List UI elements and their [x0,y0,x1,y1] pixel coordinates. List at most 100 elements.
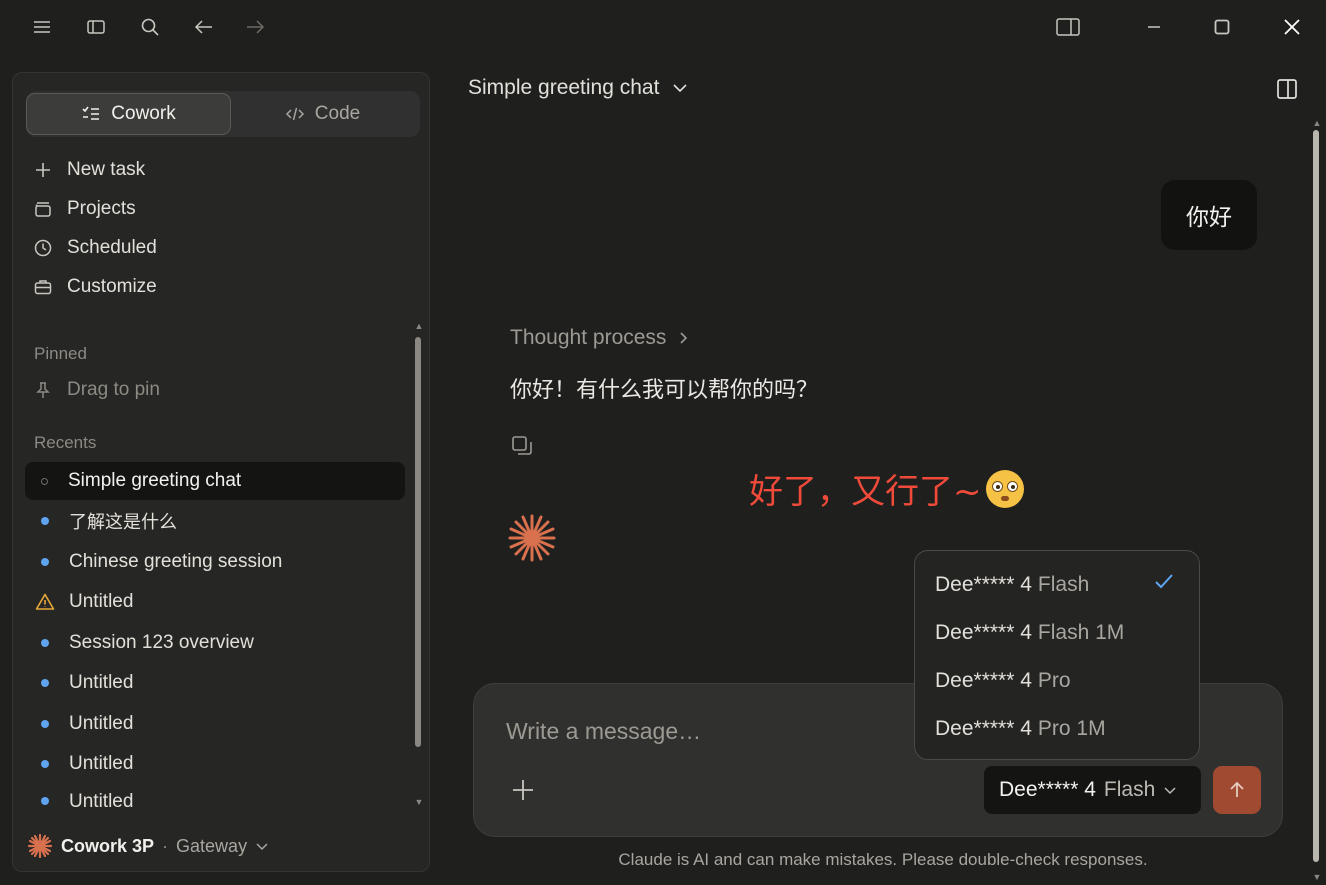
message-input[interactable] [504,710,928,752]
warning-icon [35,593,55,610]
checklist-icon [82,106,100,120]
model-selector[interactable]: Dee***** 4 Flash [984,766,1201,814]
recent-item[interactable]: Untitled [25,785,405,809]
nav-projects-label: Projects [67,198,136,219]
main-panel: Simple greeting chat 你好 Thought process … [440,54,1326,885]
side-panel-toggle-icon[interactable] [1276,78,1298,100]
status-dot-icon [41,639,49,647]
forward-arrow-icon[interactable] [242,14,268,40]
maximize-icon[interactable] [1209,14,1235,40]
nav-projects[interactable]: Projects [33,194,136,224]
claude-logo-icon [27,833,53,859]
nav-customize[interactable]: Customize [33,272,157,302]
folder-icon [35,202,51,217]
nav-scheduled[interactable]: Scheduled [33,233,157,263]
copy-icon[interactable] [510,434,534,458]
model-option-name: Dee***** 4 [935,573,1032,596]
tab-cowork[interactable]: Cowork [26,93,231,135]
panel-layout-icon[interactable] [1055,14,1081,40]
flushed-face-emoji-icon [985,469,1024,508]
annotation-text: 好了，又行了~ [749,472,982,512]
tab-code[interactable]: Code [220,93,425,135]
plus-icon [36,163,50,177]
conversation-title: Simple greeting chat [468,76,660,99]
recent-item[interactable]: Untitled [25,583,405,621]
add-attachment-icon[interactable] [510,777,536,803]
recent-item[interactable]: 了解这是什么 [25,502,405,540]
disclaimer-text: Claude is AI and can make mistakes. Plea… [618,850,1148,869]
user-message: 你好 [1161,180,1257,250]
recent-item-label: Untitled [69,713,134,734]
status-dot-icon [41,797,49,805]
status-dot-icon [41,760,49,768]
recent-item-label: Untitled [69,672,134,693]
model-option-name: Dee***** 4 [935,669,1032,692]
recent-item-label: 了解这是什么 [69,512,177,533]
status-dot-icon [41,720,49,728]
pin-icon [36,382,50,398]
clock-icon [34,239,52,257]
footer-separator: · [162,835,169,856]
recent-item[interactable]: Session 123 overview [25,624,405,662]
account-gateway: Gateway [176,835,248,856]
model-name: Dee***** 4 [999,778,1096,801]
model-option-pro-1m[interactable]: Dee***** 4 Pro 1M [935,714,1106,744]
model-option-flash-1m[interactable]: Dee***** 4 Flash 1M [935,618,1124,648]
main-scroll-up-arrow[interactable]: ▲ [1312,118,1322,128]
model-option-flash[interactable]: Dee***** 4 Flash [935,570,1089,600]
recent-item[interactable]: Untitled [25,664,405,702]
account-switcher[interactable]: Cowork 3P · Gateway [27,833,269,859]
drag-to-pin-label: Drag to pin [67,379,160,400]
model-option-variant: Flash 1M [1037,621,1125,644]
main-scroll-down-arrow[interactable]: ▼ [1312,872,1322,882]
model-dropdown-menu: Dee***** 4 Flash Dee***** 4 Flash 1M Dee… [914,550,1200,760]
model-option-name: Dee***** 4 [935,621,1032,644]
status-dot-icon [41,517,49,525]
assistant-message: 你好！有什么我可以帮你的吗？ [510,378,819,403]
conversation-title-menu[interactable]: Simple greeting chat [468,76,689,100]
drag-to-pin-hint: Drag to pin [33,379,160,401]
model-option-name: Dee***** 4 [935,717,1032,740]
check-icon [1155,574,1173,589]
mode-toggle: Cowork Code [26,91,420,137]
sidebar-scrollbar[interactable] [415,337,421,747]
status-dot-icon [41,558,49,566]
sidebar-toggle-icon[interactable] [83,14,109,40]
send-button[interactable] [1213,766,1261,814]
chevron-down-icon [1164,787,1176,795]
nav-scheduled-label: Scheduled [67,237,157,258]
recents-heading: Recents [34,433,97,452]
back-arrow-icon[interactable] [191,14,217,40]
status-dot-icon [41,679,49,687]
model-option-pro[interactable]: Dee***** 4 Pro [935,666,1071,696]
menu-icon[interactable] [29,14,55,40]
tab-cowork-label: Cowork [111,103,176,124]
thought-process-label: Thought process [510,326,667,349]
main-scrollbar[interactable] [1313,130,1319,862]
arrow-up-icon [1230,781,1244,797]
scroll-down-arrow[interactable]: ▼ [414,797,424,807]
thought-process-toggle[interactable]: Thought process [510,326,690,350]
model-variant: Flash [1103,778,1156,801]
recent-item-label: Untitled [69,791,134,809]
recent-item[interactable]: Untitled [25,705,405,743]
model-option-variant: Pro [1037,669,1071,692]
nav-customize-label: Customize [67,276,157,297]
close-icon[interactable] [1279,14,1305,40]
nav-new-task[interactable]: New task [33,155,145,185]
scroll-up-arrow[interactable]: ▲ [414,321,424,331]
recent-item[interactable]: Chinese greeting session [25,543,405,581]
status-idle-icon [41,477,48,485]
search-icon[interactable] [137,14,163,40]
annotation-overlay: 好了，又行了~ [749,464,1024,513]
title-bar [0,0,1326,54]
recent-item[interactable]: Simple greeting chat [25,462,405,500]
chevron-right-icon [680,332,688,344]
recent-item[interactable]: Untitled [25,745,405,783]
model-option-variant: Flash [1037,573,1090,596]
pinned-heading: Pinned [34,344,87,363]
account-brand: Cowork 3P [61,835,155,856]
recent-item-label: Untitled [69,591,134,612]
minimize-icon[interactable] [1141,14,1167,40]
recent-item-label: Session 123 overview [69,632,254,653]
